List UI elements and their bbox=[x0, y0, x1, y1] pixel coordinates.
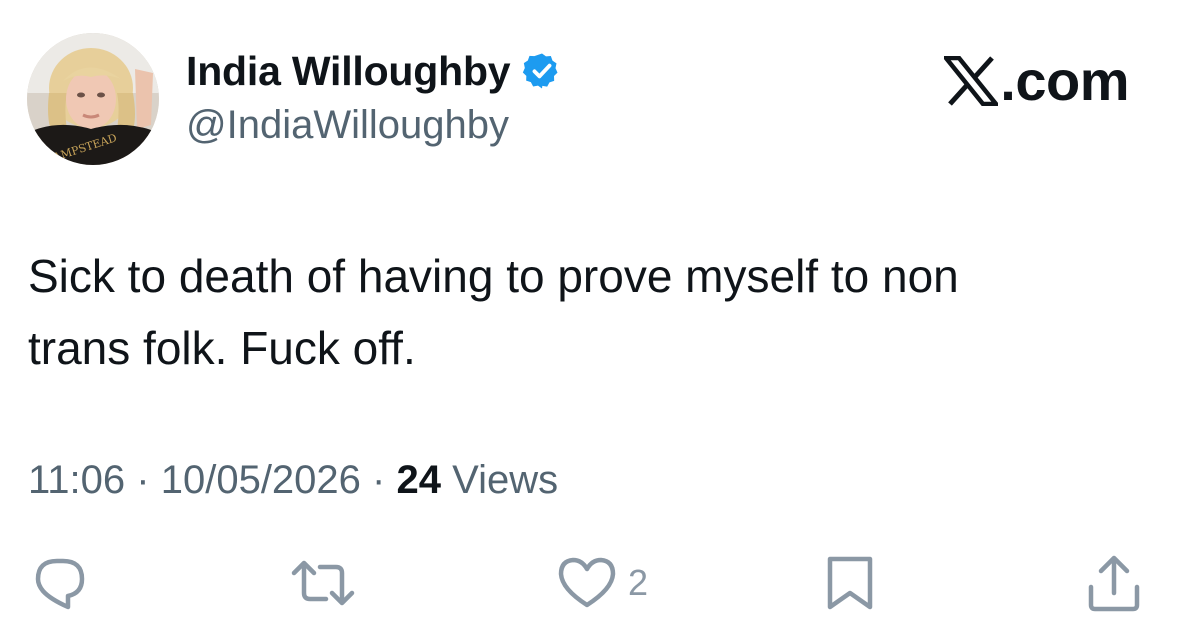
author-handle[interactable]: @IndiaWilloughby bbox=[186, 101, 509, 149]
retweet-button[interactable] bbox=[288, 548, 358, 618]
tweet-time[interactable]: 11:06 bbox=[28, 458, 125, 502]
tweet-meta: 11:06 · 10/05/2026 · 24 Views bbox=[28, 452, 558, 508]
tweet-date[interactable]: 10/05/2026 bbox=[161, 458, 361, 502]
reply-button[interactable] bbox=[30, 548, 90, 618]
brand-mark: .com bbox=[944, 50, 1129, 112]
like-count: 2 bbox=[628, 562, 649, 603]
meta-separator: · bbox=[136, 458, 150, 502]
views-count: 24 bbox=[396, 458, 442, 502]
avatar[interactable]: HAMPSTEAD bbox=[27, 33, 159, 165]
retweet-icon bbox=[291, 560, 355, 606]
author-display-name[interactable]: India Willoughby bbox=[186, 46, 511, 96]
verified-badge-icon bbox=[523, 53, 558, 89]
reply-icon bbox=[35, 558, 85, 610]
bookmark-icon bbox=[827, 556, 873, 610]
share-icon bbox=[1088, 555, 1140, 612]
brand-text: .com bbox=[1000, 49, 1129, 112]
like-button[interactable]: 2 bbox=[556, 548, 648, 618]
x-logo-icon bbox=[944, 56, 999, 106]
tweet-text: Sick to death of having to prove myself … bbox=[28, 250, 959, 374]
share-button[interactable] bbox=[1084, 548, 1144, 618]
author-name-row: India Willoughby bbox=[186, 46, 562, 96]
bookmark-button[interactable] bbox=[822, 548, 878, 618]
views-label: Views bbox=[452, 458, 559, 502]
avatar-photo: HAMPSTEAD bbox=[27, 33, 159, 165]
tweet-action-bar: 2 bbox=[0, 548, 1179, 618]
meta-separator: · bbox=[372, 458, 386, 502]
heart-icon bbox=[558, 557, 616, 608]
